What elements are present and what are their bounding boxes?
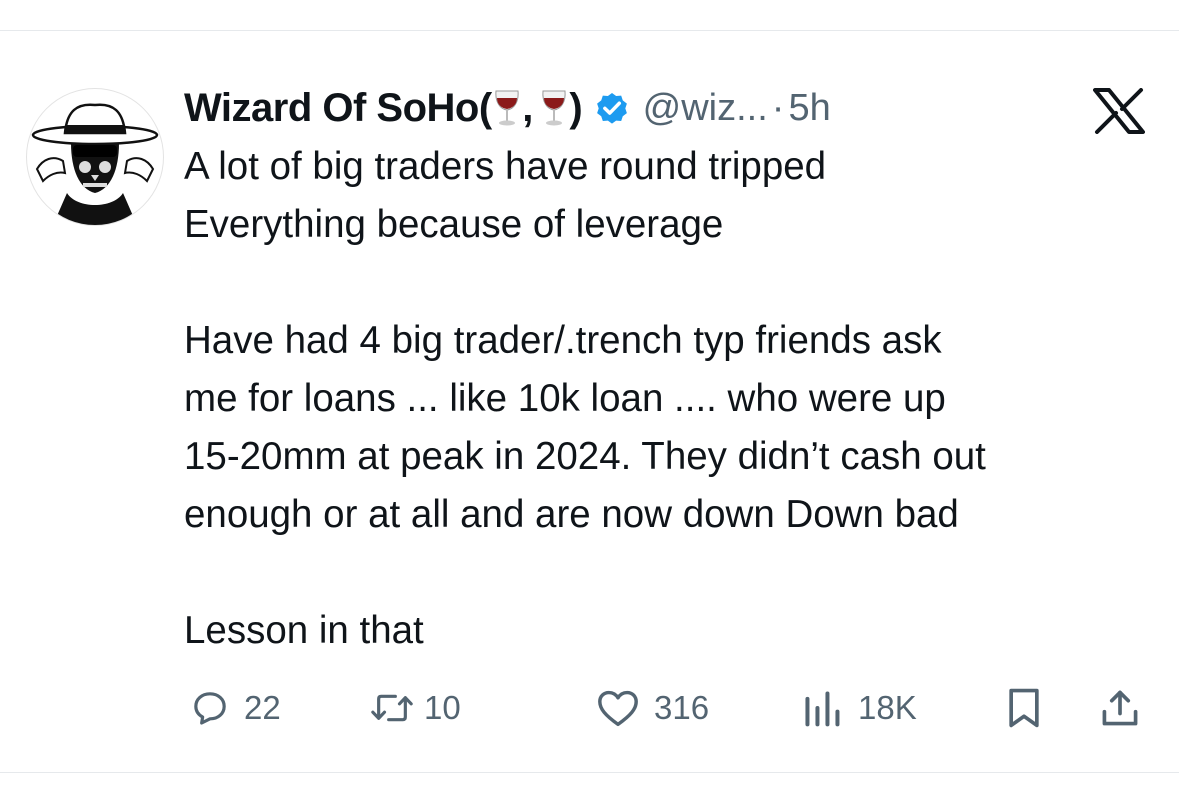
- reply-count: 22: [244, 689, 281, 726]
- top-divider: [0, 30, 1179, 31]
- repost-icon: [371, 694, 413, 722]
- wine-glass-icon: [542, 90, 566, 126]
- reply-button[interactable]: 22: [190, 680, 281, 736]
- share-button[interactable]: [1098, 680, 1142, 736]
- tweet-line: enough or at all and are now down Down b…: [184, 493, 959, 536]
- bookmark-button[interactable]: [1004, 680, 1044, 736]
- like-icon: [598, 690, 638, 727]
- tweet-line: Everything because of leverage: [184, 203, 724, 246]
- repost-count: 10: [424, 689, 461, 726]
- views-icon: [805, 691, 840, 727]
- repost-button[interactable]: 10: [368, 680, 461, 736]
- tweet-line: me for loans ... like 10k loan .... who …: [184, 377, 946, 420]
- avatar[interactable]: [26, 88, 164, 226]
- bookmark-icon: [1009, 688, 1039, 728]
- name-paren-open: (: [478, 85, 493, 130]
- tweet-line: A lot of big traders have round tripped: [184, 145, 827, 188]
- like-count: 316: [654, 689, 710, 726]
- name-paren-close: ): [569, 85, 583, 130]
- verified-badge-icon: [596, 92, 627, 124]
- views-count: 18K: [858, 689, 917, 726]
- timestamp[interactable]: 5h: [788, 87, 830, 130]
- tweet-actions: 22 10 316 18K: [184, 680, 1164, 736]
- meta-separator: ·: [771, 86, 785, 129]
- wine-glass-icon: [495, 90, 519, 126]
- bottom-divider: [0, 772, 1179, 773]
- views-button[interactable]: 18K: [800, 680, 917, 736]
- reply-icon: [194, 692, 226, 725]
- like-button[interactable]: 316: [596, 680, 709, 736]
- share-icon: [1102, 690, 1138, 726]
- x-logo-icon[interactable]: [1093, 88, 1145, 134]
- tweet-header: Wizard Of SoHo ( , ) @wiz... · 5h: [184, 80, 831, 136]
- tweet-line: 15-20mm at peak in 2024. They didn’t cas…: [184, 435, 986, 478]
- tweet-line: Have had 4 big trader/.trench typ friend…: [184, 319, 942, 362]
- author-handle[interactable]: @wiz...: [643, 87, 768, 130]
- name-separator: ,: [522, 85, 534, 130]
- tweet-text: A lot of big traders have round tripped …: [184, 138, 1154, 660]
- author-name[interactable]: Wizard Of SoHo: [184, 86, 479, 131]
- tweet-line: Lesson in that: [184, 609, 424, 652]
